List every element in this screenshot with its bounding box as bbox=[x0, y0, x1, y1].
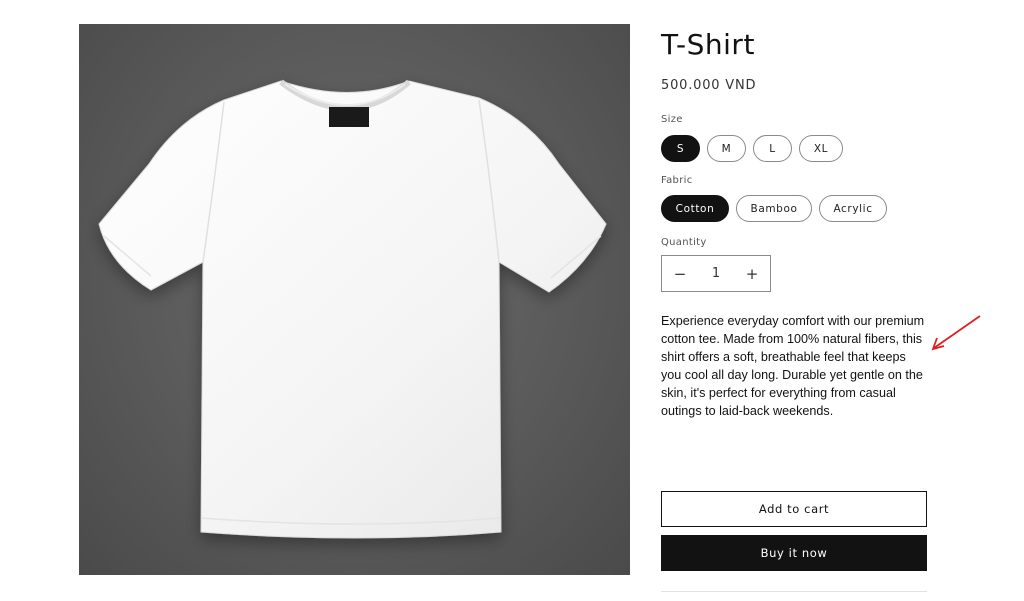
size-option-m[interactable]: M bbox=[707, 135, 746, 162]
quantity-label: Quantity bbox=[661, 237, 707, 248]
size-option-xl[interactable]: XL bbox=[799, 135, 843, 162]
product-price: 500.000 VND bbox=[661, 78, 757, 93]
fabric-option-acrylic[interactable]: Acrylic bbox=[819, 195, 887, 222]
product-description: Experience everyday comfort with our pre… bbox=[661, 314, 925, 418]
size-options: S M L XL bbox=[661, 135, 843, 162]
divider bbox=[661, 591, 927, 592]
tshirt-illustration bbox=[98, 79, 607, 539]
quantity-stepper: − 1 + bbox=[661, 255, 771, 292]
size-option-l[interactable]: L bbox=[753, 135, 792, 162]
annotation-arrow-icon bbox=[931, 315, 981, 351]
increment-button[interactable]: + bbox=[734, 265, 770, 283]
size-label: Size bbox=[661, 114, 683, 125]
add-to-cart-button[interactable]: Add to cart bbox=[661, 491, 927, 527]
buy-now-button[interactable]: Buy it now bbox=[661, 535, 927, 571]
fabric-label: Fabric bbox=[661, 175, 693, 186]
fabric-option-cotton[interactable]: Cotton bbox=[661, 195, 729, 222]
fabric-options: Cotton Bamboo Acrylic bbox=[661, 195, 887, 222]
fabric-option-bamboo[interactable]: Bamboo bbox=[736, 195, 812, 222]
product-image[interactable] bbox=[79, 24, 630, 575]
decrement-button[interactable]: − bbox=[662, 265, 698, 283]
product-page: T-Shirt 500.000 VND Size S M L XL Fabric… bbox=[0, 0, 1024, 601]
quantity-input[interactable]: 1 bbox=[698, 266, 734, 281]
neck-label bbox=[329, 107, 369, 127]
product-title: T-Shirt bbox=[661, 28, 755, 61]
size-option-s[interactable]: S bbox=[661, 135, 700, 162]
